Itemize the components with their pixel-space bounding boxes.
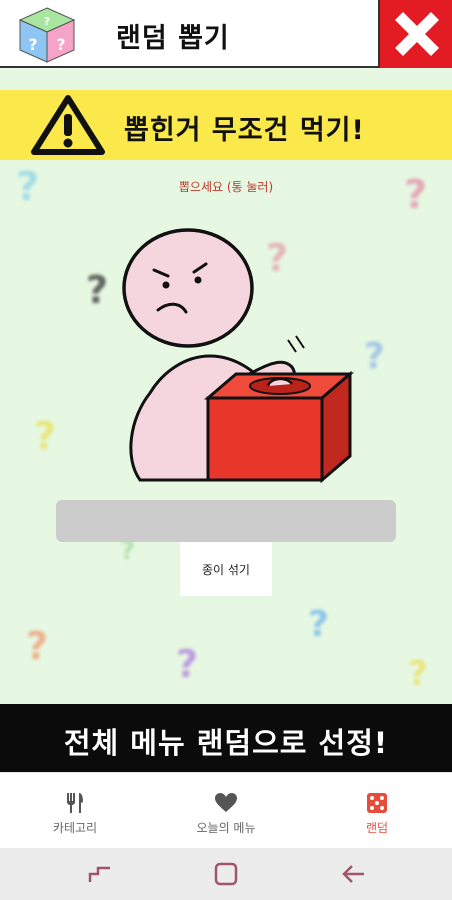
app-header: ? ? ? 랜덤 뽑기 [0,0,452,68]
svg-text:?: ? [44,15,50,28]
svg-text:?: ? [56,35,65,54]
result-display [56,500,396,542]
hint-text: 뽑으세요 (통 눌러) [178,180,274,194]
random-draw-area: ? ? ? ? ? ? ? ? ? ? ? 뽑힌거 무조건 먹기! 뽑으세요 (… [0,68,452,704]
banner-text: 전체 메뉴 랜덤으로 선정! [63,726,389,760]
heart-icon [215,793,237,812]
fork-knife-icon [67,793,83,813]
system-navigation-bar [0,848,452,900]
home-icon[interactable] [212,862,240,886]
question-mark-decoration: ? [176,642,199,686]
tab-today-menu[interactable]: 오늘의 메뉴 [151,773,301,849]
tab-category[interactable]: 카테고리 [0,773,150,849]
warning-banner: 뽑힌거 무조건 먹기! [0,90,452,160]
question-mark-decoration: ? [26,624,49,668]
question-mark-decoration: ? [408,654,428,694]
question-mark-decoration: ? [86,268,109,312]
question-mark-decoration: ? [308,604,329,645]
tab-label: 오늘의 메뉴 [196,821,256,835]
close-x-icon [395,12,439,56]
tab-label: 카테고리 [52,821,98,835]
tab-label: 랜덤 [365,821,389,835]
random-menu-banner[interactable]: 전체 메뉴 랜덤으로 선정! [0,704,452,772]
warning-text: 뽑힌거 무조건 먹기! [124,115,365,146]
dice-icon [367,793,387,813]
warning-triangle-icon [31,95,105,155]
bottom-tab-bar: 카테고리 오늘의 메뉴 랜덤 [0,772,452,848]
question-mark-decoration: ? [364,336,385,377]
close-button[interactable] [378,0,452,68]
back-arrow-icon[interactable] [340,862,368,886]
recent-apps-icon[interactable] [86,862,114,886]
shuffle-paper-button[interactable]: 종이 섞기 [180,542,272,596]
question-mark-decoration: ? [34,414,57,458]
draw-box-illustration[interactable] [110,218,360,488]
page-title: 랜덤 뽑기 [116,23,230,54]
svg-text:?: ? [28,35,37,54]
tab-random[interactable]: 랜덤 [302,773,452,849]
question-dice-icon: ? ? ? [18,7,76,63]
